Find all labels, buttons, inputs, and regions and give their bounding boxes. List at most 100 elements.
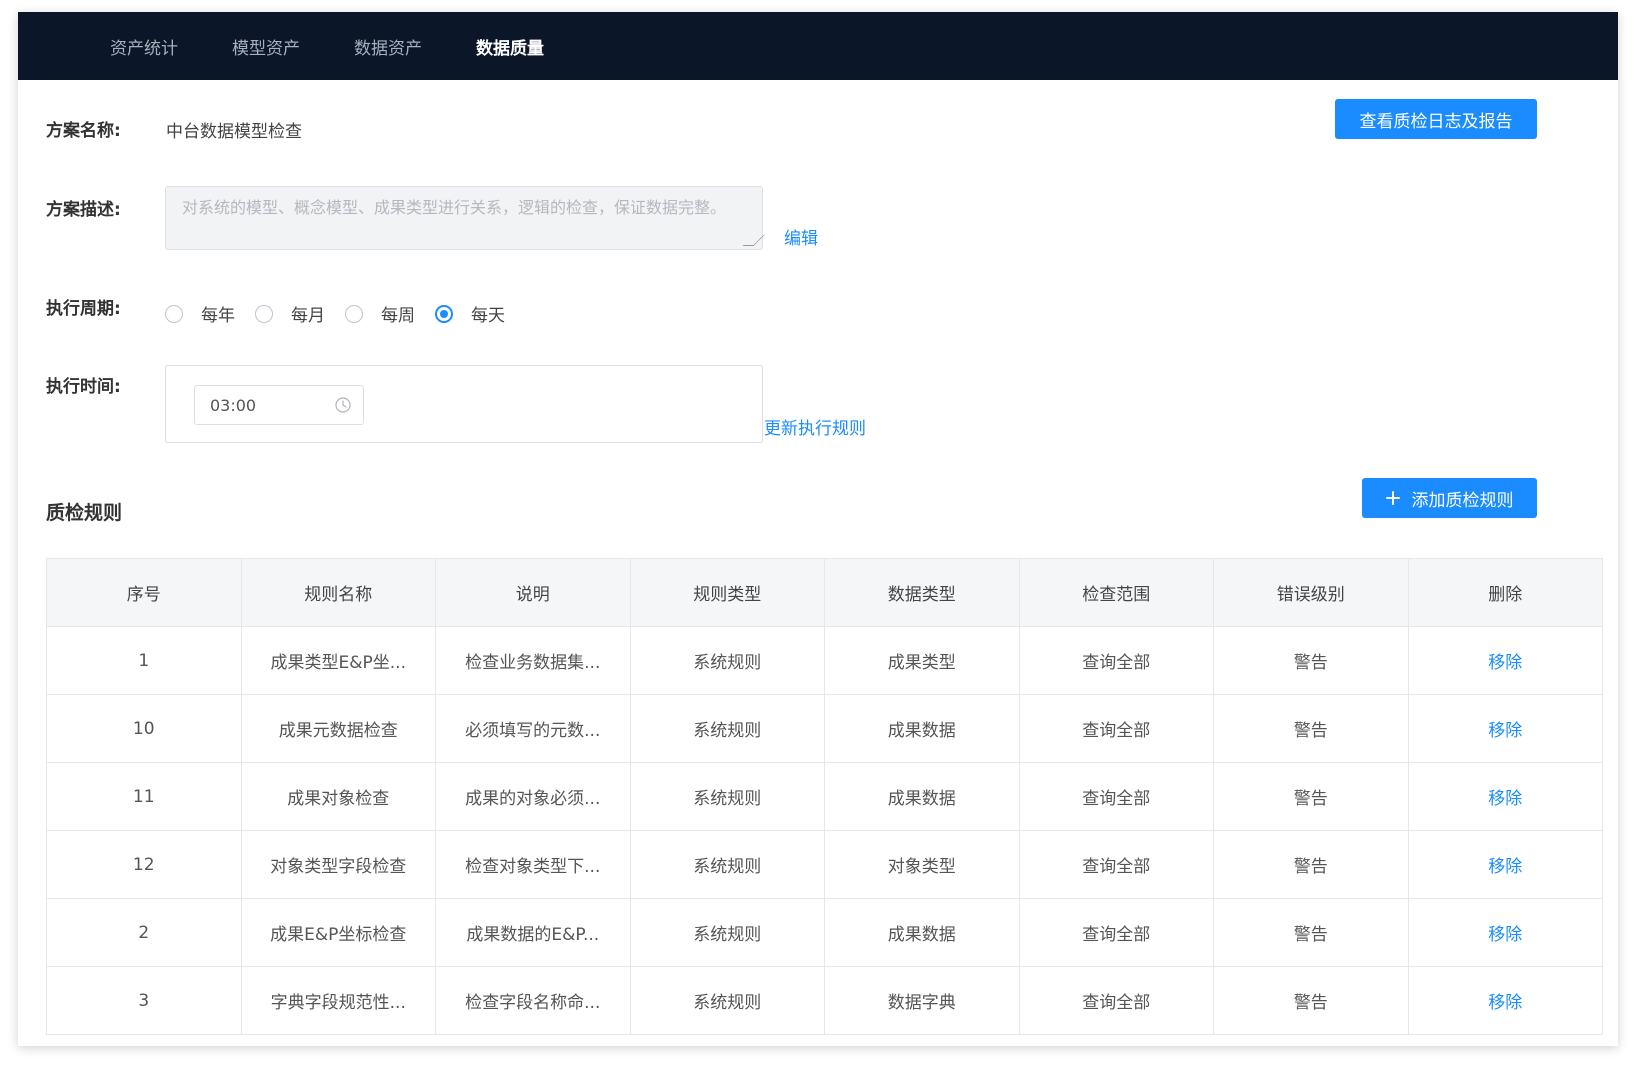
col-header-data-type: 数据类型 bbox=[824, 558, 1020, 627]
cell-rule-type: 系统规则 bbox=[629, 694, 825, 763]
cell-data-type: 对象类型 bbox=[824, 830, 1020, 899]
radio-circle-icon bbox=[165, 304, 183, 323]
table-row: 2 成果E&P坐标检查 成果数据的E&P... 系统规则 成果数据 查询全部 警… bbox=[46, 898, 1603, 967]
cell-check-scope: 查询全部 bbox=[1018, 762, 1214, 831]
remove-link[interactable]: 移除 bbox=[1407, 626, 1603, 695]
app-window: 资产统计 模型资产 数据资产 数据质量 方案名称: 中台数据模型检查 查看质检日… bbox=[18, 12, 1618, 1046]
cell-data-type: 数据字典 bbox=[824, 966, 1020, 1035]
cell-data-type: 成果数据 bbox=[824, 898, 1020, 967]
exec-time-value: 03:00 bbox=[210, 395, 257, 415]
remove-link[interactable]: 移除 bbox=[1407, 966, 1603, 1035]
col-header-description: 说明 bbox=[435, 558, 631, 627]
cell-index: 1 bbox=[46, 626, 242, 695]
plan-desc-text: 对系统的模型、概念模型、成果类型进行关系，逻辑的检查，保证数据完整。 bbox=[182, 198, 727, 217]
plan-name-label: 方案名称: bbox=[46, 121, 121, 141]
top-navigation: 资产统计 模型资产 数据资产 数据质量 bbox=[18, 12, 1618, 80]
edit-link[interactable]: 编辑 bbox=[784, 224, 818, 249]
cell-description: 检查业务数据集... bbox=[435, 626, 631, 695]
cell-rule-name: 字典字段规范性... bbox=[240, 966, 436, 1035]
radio-yearly-label: 每年 bbox=[201, 306, 235, 326]
cell-index: 2 bbox=[46, 898, 242, 967]
col-header-delete: 删除 bbox=[1407, 558, 1603, 627]
col-header-rule-name: 规则名称 bbox=[240, 558, 436, 627]
cell-rule-name: 成果对象检查 bbox=[240, 762, 436, 831]
exec-time-label: 执行时间: bbox=[46, 377, 121, 397]
cell-rule-type: 系统规则 bbox=[629, 966, 825, 1035]
table-row: 1 成果类型E&P坐... 检查业务数据集... 系统规则 成果类型 查询全部 … bbox=[46, 626, 1603, 695]
cell-error-level: 警告 bbox=[1213, 966, 1409, 1035]
add-rule-button[interactable]: 添加质检规则 bbox=[1362, 478, 1537, 518]
cell-data-type: 成果数据 bbox=[824, 694, 1020, 763]
radio-daily-label: 每天 bbox=[471, 306, 505, 326]
radio-checked-icon bbox=[435, 304, 453, 323]
radio-monthly[interactable]: 每月 bbox=[255, 301, 325, 326]
tab-data-quality[interactable]: 数据质量 bbox=[476, 34, 544, 59]
cell-rule-type: 系统规则 bbox=[629, 762, 825, 831]
cell-index: 12 bbox=[46, 830, 242, 899]
cell-error-level: 警告 bbox=[1213, 830, 1409, 899]
cell-error-level: 警告 bbox=[1213, 898, 1409, 967]
cell-index: 3 bbox=[46, 966, 242, 1035]
cell-error-level: 警告 bbox=[1213, 626, 1409, 695]
cell-rule-name: 对象类型字段检查 bbox=[240, 830, 436, 899]
table-row: 12 对象类型字段检查 检查对象类型下... 系统规则 对象类型 查询全部 警告… bbox=[46, 830, 1603, 899]
cell-rule-type: 系统规则 bbox=[629, 830, 825, 899]
cell-error-level: 警告 bbox=[1213, 762, 1409, 831]
view-log-report-button[interactable]: 查看质检日志及报告 bbox=[1335, 99, 1537, 139]
cell-rule-type: 系统规则 bbox=[629, 626, 825, 695]
plus-icon bbox=[1385, 491, 1400, 505]
cell-rule-name: 成果元数据检查 bbox=[240, 694, 436, 763]
cell-check-scope: 查询全部 bbox=[1018, 830, 1214, 899]
radio-circle-icon bbox=[255, 304, 273, 323]
col-header-index: 序号 bbox=[46, 558, 242, 627]
cell-check-scope: 查询全部 bbox=[1018, 626, 1214, 695]
col-header-check-scope: 检查范围 bbox=[1018, 558, 1214, 627]
table-row: 11 成果对象检查 成果的对象必须... 系统规则 成果数据 查询全部 警告 移… bbox=[46, 762, 1603, 831]
table-header-row: 序号 规则名称 说明 规则类型 数据类型 检查范围 错误级别 删除 bbox=[46, 558, 1603, 627]
plan-desc-label: 方案描述: bbox=[46, 200, 121, 220]
cell-data-type: 成果类型 bbox=[824, 626, 1020, 695]
plan-name-value: 中台数据模型检查 bbox=[166, 122, 302, 142]
remove-link[interactable]: 移除 bbox=[1407, 898, 1603, 967]
plan-desc-textarea[interactable]: 对系统的模型、概念模型、成果类型进行关系，逻辑的检查，保证数据完整。 bbox=[165, 186, 765, 250]
resize-handle-icon[interactable] bbox=[742, 235, 765, 246]
cell-description: 检查对象类型下... bbox=[435, 830, 631, 899]
period-radio-group: 每年 每月 每周 每天 bbox=[165, 301, 525, 326]
radio-weekly[interactable]: 每周 bbox=[345, 301, 415, 326]
radio-circle-icon bbox=[345, 304, 363, 323]
cell-rule-name: 成果类型E&P坐... bbox=[240, 626, 436, 695]
cell-check-scope: 查询全部 bbox=[1018, 898, 1214, 967]
tab-asset-statistics[interactable]: 资产统计 bbox=[110, 34, 178, 59]
remove-link[interactable]: 移除 bbox=[1407, 694, 1603, 763]
col-header-rule-type: 规则类型 bbox=[629, 558, 825, 627]
update-exec-rule-link[interactable]: 更新执行规则 bbox=[764, 414, 866, 439]
tab-model-assets[interactable]: 模型资产 bbox=[232, 34, 300, 59]
rules-table: 序号 规则名称 说明 规则类型 数据类型 检查范围 错误级别 删除 1 成果类型… bbox=[46, 558, 1603, 1035]
radio-daily[interactable]: 每天 bbox=[435, 301, 505, 326]
rules-section-title: 质检规则 bbox=[46, 502, 123, 524]
cell-description: 成果的对象必须... bbox=[435, 762, 631, 831]
remove-link[interactable]: 移除 bbox=[1407, 762, 1603, 831]
exec-time-panel: 03:00 bbox=[165, 365, 763, 443]
cell-description: 成果数据的E&P... bbox=[435, 898, 631, 967]
remove-link[interactable]: 移除 bbox=[1407, 830, 1603, 899]
table-row: 10 成果元数据检查 必须填写的元数... 系统规则 成果数据 查询全部 警告 … bbox=[46, 694, 1603, 763]
period-label: 执行周期: bbox=[46, 299, 121, 319]
cell-description: 检查字段名称命... bbox=[435, 966, 631, 1035]
radio-weekly-label: 每周 bbox=[381, 306, 415, 326]
clock-icon bbox=[335, 397, 351, 413]
radio-monthly-label: 每月 bbox=[291, 306, 325, 326]
cell-check-scope: 查询全部 bbox=[1018, 966, 1214, 1035]
add-rule-label: 添加质检规则 bbox=[1411, 490, 1514, 511]
cell-rule-name: 成果E&P坐标检查 bbox=[240, 898, 436, 967]
cell-index: 11 bbox=[46, 762, 242, 831]
col-header-error-level: 错误级别 bbox=[1213, 558, 1409, 627]
radio-yearly[interactable]: 每年 bbox=[165, 301, 235, 326]
cell-data-type: 成果数据 bbox=[824, 762, 1020, 831]
exec-time-picker[interactable]: 03:00 bbox=[194, 385, 364, 425]
cell-error-level: 警告 bbox=[1213, 694, 1409, 763]
cell-rule-type: 系统规则 bbox=[629, 898, 825, 967]
cell-check-scope: 查询全部 bbox=[1018, 694, 1214, 763]
tab-data-assets[interactable]: 数据资产 bbox=[354, 34, 422, 59]
cell-index: 10 bbox=[46, 694, 242, 763]
